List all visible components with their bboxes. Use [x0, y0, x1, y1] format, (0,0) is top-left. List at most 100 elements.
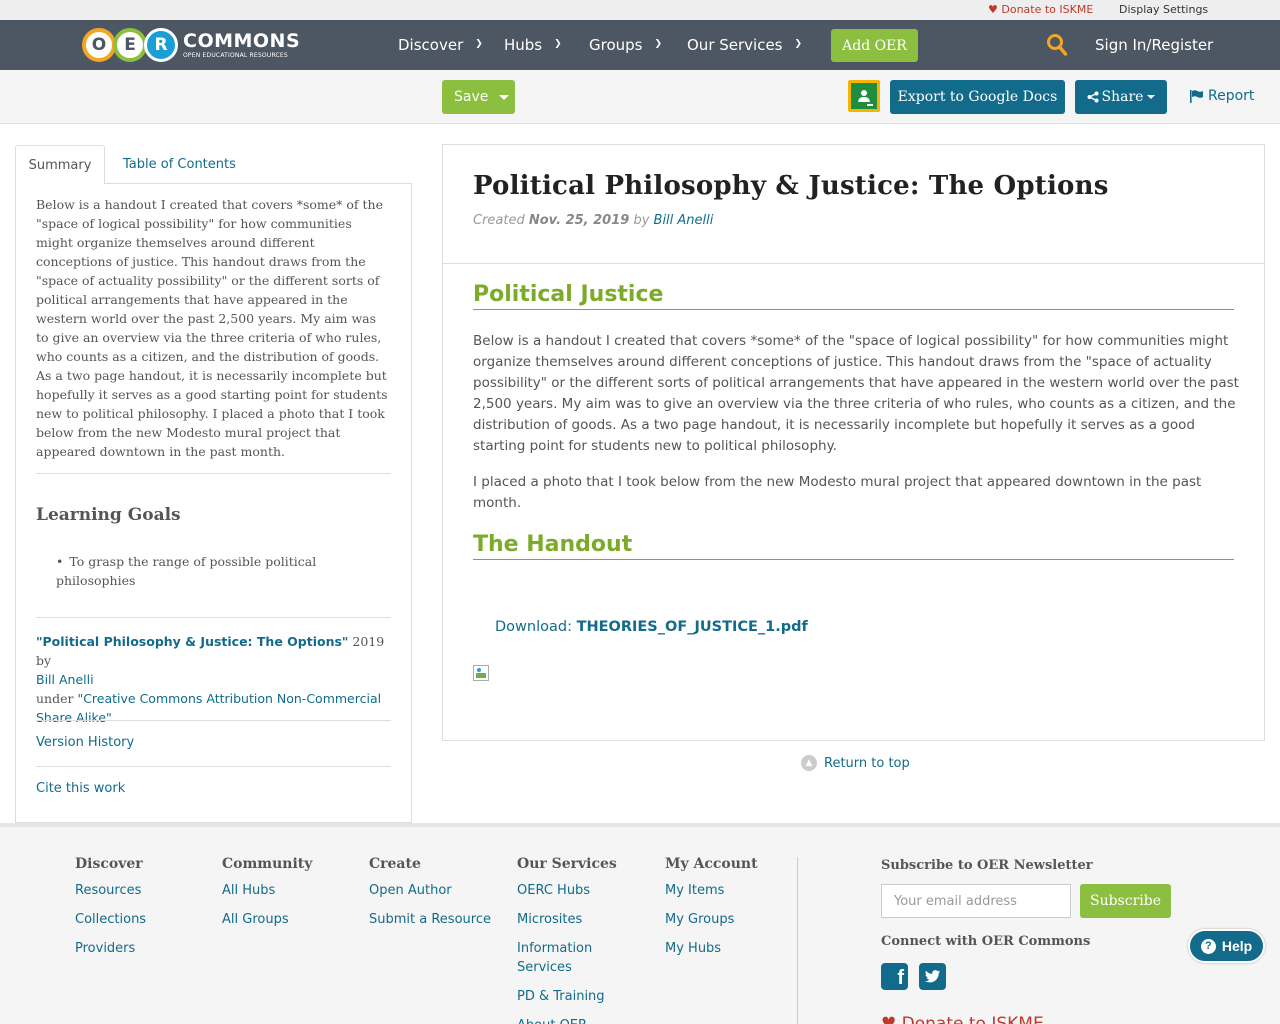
- divider: [443, 263, 1264, 264]
- by-label: by: [629, 213, 654, 228]
- newsletter-email-input[interactable]: [881, 884, 1071, 918]
- nav-groups-label: Groups: [589, 36, 643, 54]
- nav-our-services-label: Our Services: [687, 36, 783, 54]
- logo-letter-r: R: [144, 28, 178, 62]
- caret-down-icon: [499, 94, 510, 100]
- return-to-top-link[interactable]: ▲ Return to top: [801, 755, 910, 771]
- resource-article: Political Philosophy & Justice: The Opti…: [442, 144, 1265, 741]
- footer-link[interactable]: Microsites: [517, 910, 627, 929]
- footer-column-title: Our Services: [517, 856, 617, 872]
- nav-groups[interactable]: Groups ❯: [589, 20, 662, 70]
- footer-link[interactable]: Open Author: [369, 881, 491, 900]
- footer-link[interactable]: Information Services: [517, 939, 627, 977]
- footer-column-create: Create Open Author Submit a Resource: [369, 856, 491, 939]
- download-filename: THEORIES_OF_JUSTICE_1.pdf: [576, 619, 808, 635]
- footer-link[interactable]: PD & Training: [517, 987, 627, 1006]
- nav-discover-label: Discover: [398, 36, 464, 54]
- footer-column-discover: Discover Resources Collections Providers: [75, 856, 146, 968]
- footer-column-my-account: My Account My Items My Groups My Hubs: [665, 856, 758, 968]
- page-title: Political Philosophy & Justice: The Opti…: [473, 171, 1109, 201]
- footer-link[interactable]: All Hubs: [222, 881, 312, 900]
- footer-link[interactable]: Providers: [75, 939, 146, 958]
- share-button[interactable]: Share: [1075, 80, 1167, 114]
- tab-table-of-contents[interactable]: Table of Contents: [123, 145, 236, 184]
- section-heading-the-handout: The Handout: [473, 532, 1234, 560]
- divider: [36, 617, 391, 618]
- help-button[interactable]: ? Help: [1188, 929, 1265, 963]
- search-icon[interactable]: [1046, 33, 1068, 57]
- logo-title: COMMONS: [183, 29, 301, 52]
- save-button-label: Save: [454, 89, 489, 105]
- version-history-link[interactable]: Version History: [36, 735, 134, 750]
- chevron-down-icon: ❯: [475, 39, 483, 49]
- footer-link[interactable]: Resources: [75, 881, 146, 900]
- article-meta: Created Nov. 25, 2019 by Bill Anelli: [473, 213, 713, 228]
- share-icon: [1087, 91, 1099, 103]
- chevron-down-icon: ❯: [554, 39, 562, 49]
- nav-hubs[interactable]: Hubs ❯: [504, 20, 562, 70]
- footer-link[interactable]: About OER: [517, 1016, 627, 1024]
- save-button[interactable]: Save: [442, 80, 515, 114]
- chevron-up-icon: ▲: [801, 755, 817, 771]
- newsletter-heading: Subscribe to OER Newsletter: [881, 858, 1093, 873]
- nav-our-services[interactable]: Our Services ❯: [687, 20, 802, 70]
- download-label: Download:: [495, 619, 577, 635]
- footer-link[interactable]: My Hubs: [665, 939, 758, 958]
- download-link[interactable]: Download: THEORIES_OF_JUSTICE_1.pdf: [495, 619, 808, 635]
- footer-link[interactable]: My Groups: [665, 910, 758, 929]
- footer-link[interactable]: Submit a Resource: [369, 910, 491, 929]
- chevron-down-icon: ❯: [654, 39, 663, 49]
- learning-goals-heading: Learning Goals: [36, 505, 181, 525]
- cite-this-work-link[interactable]: Cite this work: [36, 781, 125, 796]
- logo-letter-e: E: [113, 28, 147, 62]
- nav-discover[interactable]: Discover ❯: [398, 20, 483, 70]
- add-oer-button[interactable]: Add OER: [831, 29, 918, 62]
- divider: [36, 473, 391, 474]
- donate-link[interactable]: ♥ Donate to ISKME: [988, 3, 1093, 16]
- logo-text: COMMONS OPEN EDUCATIONAL RESOURCES: [183, 29, 301, 59]
- report-link[interactable]: Report: [1190, 88, 1254, 104]
- article-paragraph: Below is a handout I created that covers…: [473, 333, 1239, 454]
- report-label: Report: [1208, 88, 1255, 104]
- oer-commons-logo[interactable]: O E R COMMONS OPEN EDUCATIONAL RESOURCES: [82, 25, 300, 65]
- chevron-down-icon: ❯: [794, 39, 803, 49]
- footer-column-title: Create: [369, 856, 421, 872]
- nav-hubs-label: Hubs: [504, 36, 543, 54]
- summary-panel: Below is a handout I created that covers…: [15, 183, 412, 823]
- footer-link[interactable]: My Items: [665, 881, 758, 900]
- divider: [797, 857, 798, 1024]
- caret-down-icon: [1147, 95, 1156, 99]
- footer-link[interactable]: OERC Hubs: [517, 881, 627, 900]
- footer-column-title: My Account: [665, 856, 758, 872]
- tab-summary[interactable]: Summary: [15, 145, 105, 184]
- created-label: Created: [473, 213, 529, 228]
- divider: [36, 720, 391, 721]
- learning-goal-text: To grasp the range of possible political…: [56, 554, 317, 588]
- attribution: "Political Philosophy & Justice: The Opt…: [36, 632, 392, 727]
- footer-link[interactable]: All Groups: [222, 910, 312, 929]
- export-google-docs-button[interactable]: Export to Google Docs: [890, 80, 1065, 114]
- site-footer: Discover Resources Collections Providers…: [0, 823, 1280, 1024]
- subscribe-button[interactable]: Subscribe: [1080, 884, 1171, 918]
- facebook-icon[interactable]: f: [881, 963, 908, 990]
- author-link[interactable]: Bill Anelli: [654, 213, 714, 228]
- heart-icon: ♥: [881, 1014, 897, 1024]
- footer-link[interactable]: Collections: [75, 910, 146, 929]
- footer-donate-link[interactable]: ♥ Donate to ISKME: [881, 1014, 1044, 1024]
- logo-letter-o: O: [82, 28, 116, 62]
- resource-sidebar: Summary Table of Contents Below is a han…: [15, 145, 412, 823]
- section-heading-political-justice: Political Justice: [473, 282, 1234, 310]
- attribution-author-link[interactable]: Bill Anelli: [36, 672, 94, 687]
- footer-column-title: Discover: [75, 856, 143, 872]
- attribution-title-link[interactable]: "Political Philosophy & Justice: The Opt…: [36, 634, 348, 649]
- sign-in-register-link[interactable]: Sign In/Register: [1095, 36, 1213, 54]
- twitter-icon[interactable]: [919, 963, 946, 990]
- flag-icon: [1190, 89, 1203, 103]
- share-button-label: Share: [1101, 89, 1144, 105]
- google-classroom-icon[interactable]: [848, 80, 880, 112]
- help-icon: ?: [1200, 938, 1216, 954]
- main-header: O E R COMMONS OPEN EDUCATIONAL RESOURCES…: [0, 20, 1280, 70]
- attribution-under: under: [36, 691, 78, 706]
- display-settings-link[interactable]: Display Settings: [1119, 3, 1208, 16]
- divider: [36, 766, 391, 767]
